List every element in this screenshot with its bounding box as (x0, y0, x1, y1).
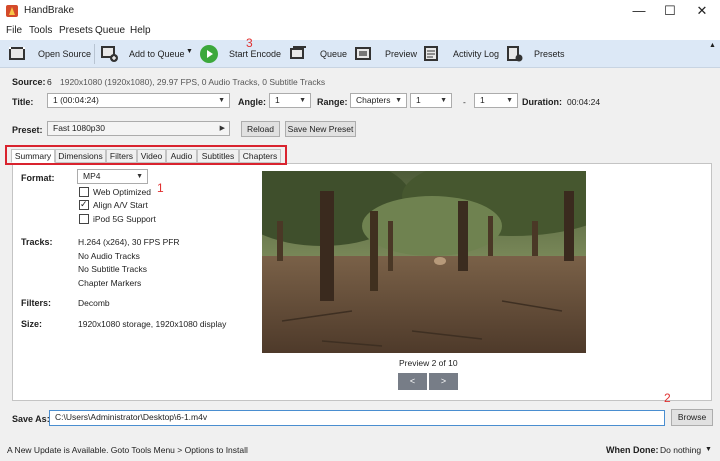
annotation-three: 3 (246, 36, 253, 50)
add-to-queue-icon[interactable] (100, 45, 118, 62)
tracks-label: Tracks: (21, 237, 53, 247)
chevron-down-icon: ▼ (299, 97, 306, 104)
annotation-one: 1 (157, 181, 164, 195)
maximize-button[interactable]: ☐ (656, 0, 684, 22)
play-icon[interactable] (199, 44, 219, 64)
chevron-down-icon: ▼ (218, 97, 225, 104)
filters-value: Decomb (78, 298, 110, 308)
size-value: 1920x1080 storage, 1920x1080 display (78, 319, 227, 329)
toolbar-divider (94, 44, 95, 64)
open-source-button[interactable]: Open Source (38, 49, 91, 59)
reload-button[interactable]: Reload (241, 121, 280, 137)
web-optimized-checkbox[interactable] (79, 187, 89, 197)
format-select[interactable]: MP4 ▼ (77, 169, 148, 184)
start-encode-button[interactable]: Start Encode (229, 49, 281, 59)
track-video: H.264 (x264), 30 FPS PFR (78, 237, 180, 247)
tabs-highlight (5, 145, 287, 165)
title-select[interactable]: 1 (00:04:24) ▼ (47, 93, 230, 108)
activity-log-button[interactable]: Activity Log (453, 49, 499, 59)
preview-icon[interactable] (354, 45, 372, 62)
source-info: 1920x1080 (1920x1080), 29.97 FPS, 0 Audi… (60, 77, 326, 87)
preview-caption: Preview 2 of 10 (399, 358, 458, 368)
chevron-down-icon: ▼ (136, 173, 143, 180)
update-notice[interactable]: A New Update is Available. Goto Tools Me… (7, 445, 248, 455)
preset-label: Preset: (12, 125, 43, 135)
track-audio: No Audio Tracks (78, 251, 140, 261)
queue-button[interactable]: Queue (320, 49, 347, 59)
ipod-label: iPod 5G Support (93, 214, 156, 224)
queue-icon[interactable] (289, 45, 307, 62)
menu-tools[interactable]: Tools (29, 25, 52, 36)
angle-label: Angle: (238, 97, 266, 107)
track-subtitles: No Subtitle Tracks (78, 264, 147, 274)
ipod-checkbox[interactable] (79, 214, 89, 224)
chevron-down-icon: ▼ (395, 97, 402, 104)
preview-next-button[interactable]: > (429, 373, 458, 390)
angle-select-value: 1 (275, 95, 280, 105)
title-label: Title: (12, 97, 34, 107)
minimize-button[interactable]: — (625, 0, 653, 22)
chevron-up-icon[interactable]: ▲ (709, 42, 716, 49)
chevron-down-icon[interactable]: ▼ (705, 446, 712, 453)
menu-file[interactable]: File (6, 25, 22, 36)
title-bar (0, 0, 720, 22)
menu-queue[interactable]: Queue (95, 25, 125, 36)
chevron-down-icon: ▼ (440, 97, 447, 104)
format-label: Format: (21, 173, 55, 183)
add-to-queue-button[interactable]: Add to Queue (129, 49, 185, 59)
align-av-checkbox[interactable] (79, 199, 89, 210)
window-title: HandBrake (24, 5, 75, 16)
browse-button[interactable]: Browse (671, 409, 713, 426)
duration-label: Duration: (522, 97, 562, 107)
preview-prev-button[interactable]: < (398, 373, 427, 390)
track-chapters: Chapter Markers (78, 278, 142, 288)
format-select-value: MP4 (83, 171, 101, 181)
preset-select[interactable]: Fast 1080p30 ▶ (47, 121, 230, 136)
range-end-value: 1 (480, 95, 485, 105)
annotation-two: 2 (664, 391, 671, 405)
menu-help[interactable]: Help (130, 25, 151, 36)
title-select-value: 1 (00:04:24) (53, 95, 99, 105)
range-separator: - (463, 97, 466, 107)
filters-label: Filters: (21, 298, 52, 308)
presets-button[interactable]: Presets (534, 49, 565, 59)
close-button[interactable]: ✕ (688, 0, 716, 22)
chevron-down-icon: ▼ (506, 97, 513, 104)
handbrake-logo-icon (6, 5, 18, 17)
range-mode-select[interactable]: Chapters ▼ (350, 93, 407, 108)
preview-button[interactable]: Preview (385, 49, 417, 59)
when-done-label: When Done: (606, 445, 659, 455)
source-number: 6 (47, 77, 52, 87)
open-source-icon[interactable] (8, 45, 26, 62)
save-as-label: Save As: (12, 414, 50, 424)
source-label: Source: (12, 77, 46, 87)
chevron-down-icon[interactable]: ▼ (186, 48, 193, 55)
range-end-select[interactable]: 1 ▼ (474, 93, 518, 108)
align-av-label: Align A/V Start (93, 200, 148, 210)
angle-select[interactable]: 1 ▼ (269, 93, 311, 108)
when-done-select[interactable]: Do nothing (660, 445, 701, 455)
size-label: Size: (21, 319, 43, 329)
menu-presets[interactable]: Presets (59, 25, 93, 36)
activity-log-icon[interactable] (423, 45, 441, 62)
save-as-input[interactable]: C:\Users\Administrator\Desktop\6-1.m4v (49, 410, 665, 426)
preset-select-value: Fast 1080p30 (53, 123, 105, 133)
save-new-preset-button[interactable]: Save New Preset (285, 121, 356, 137)
web-optimized-label: Web Optimized (93, 187, 151, 197)
range-label: Range: (317, 97, 348, 107)
range-start-value: 1 (416, 95, 421, 105)
range-mode-value: Chapters (356, 95, 391, 105)
duration-value: 00:04:24 (567, 97, 601, 107)
presets-icon[interactable] (505, 45, 523, 62)
chevron-right-icon: ▶ (219, 125, 225, 132)
preview-image (262, 171, 586, 353)
range-start-select[interactable]: 1 ▼ (410, 93, 452, 108)
